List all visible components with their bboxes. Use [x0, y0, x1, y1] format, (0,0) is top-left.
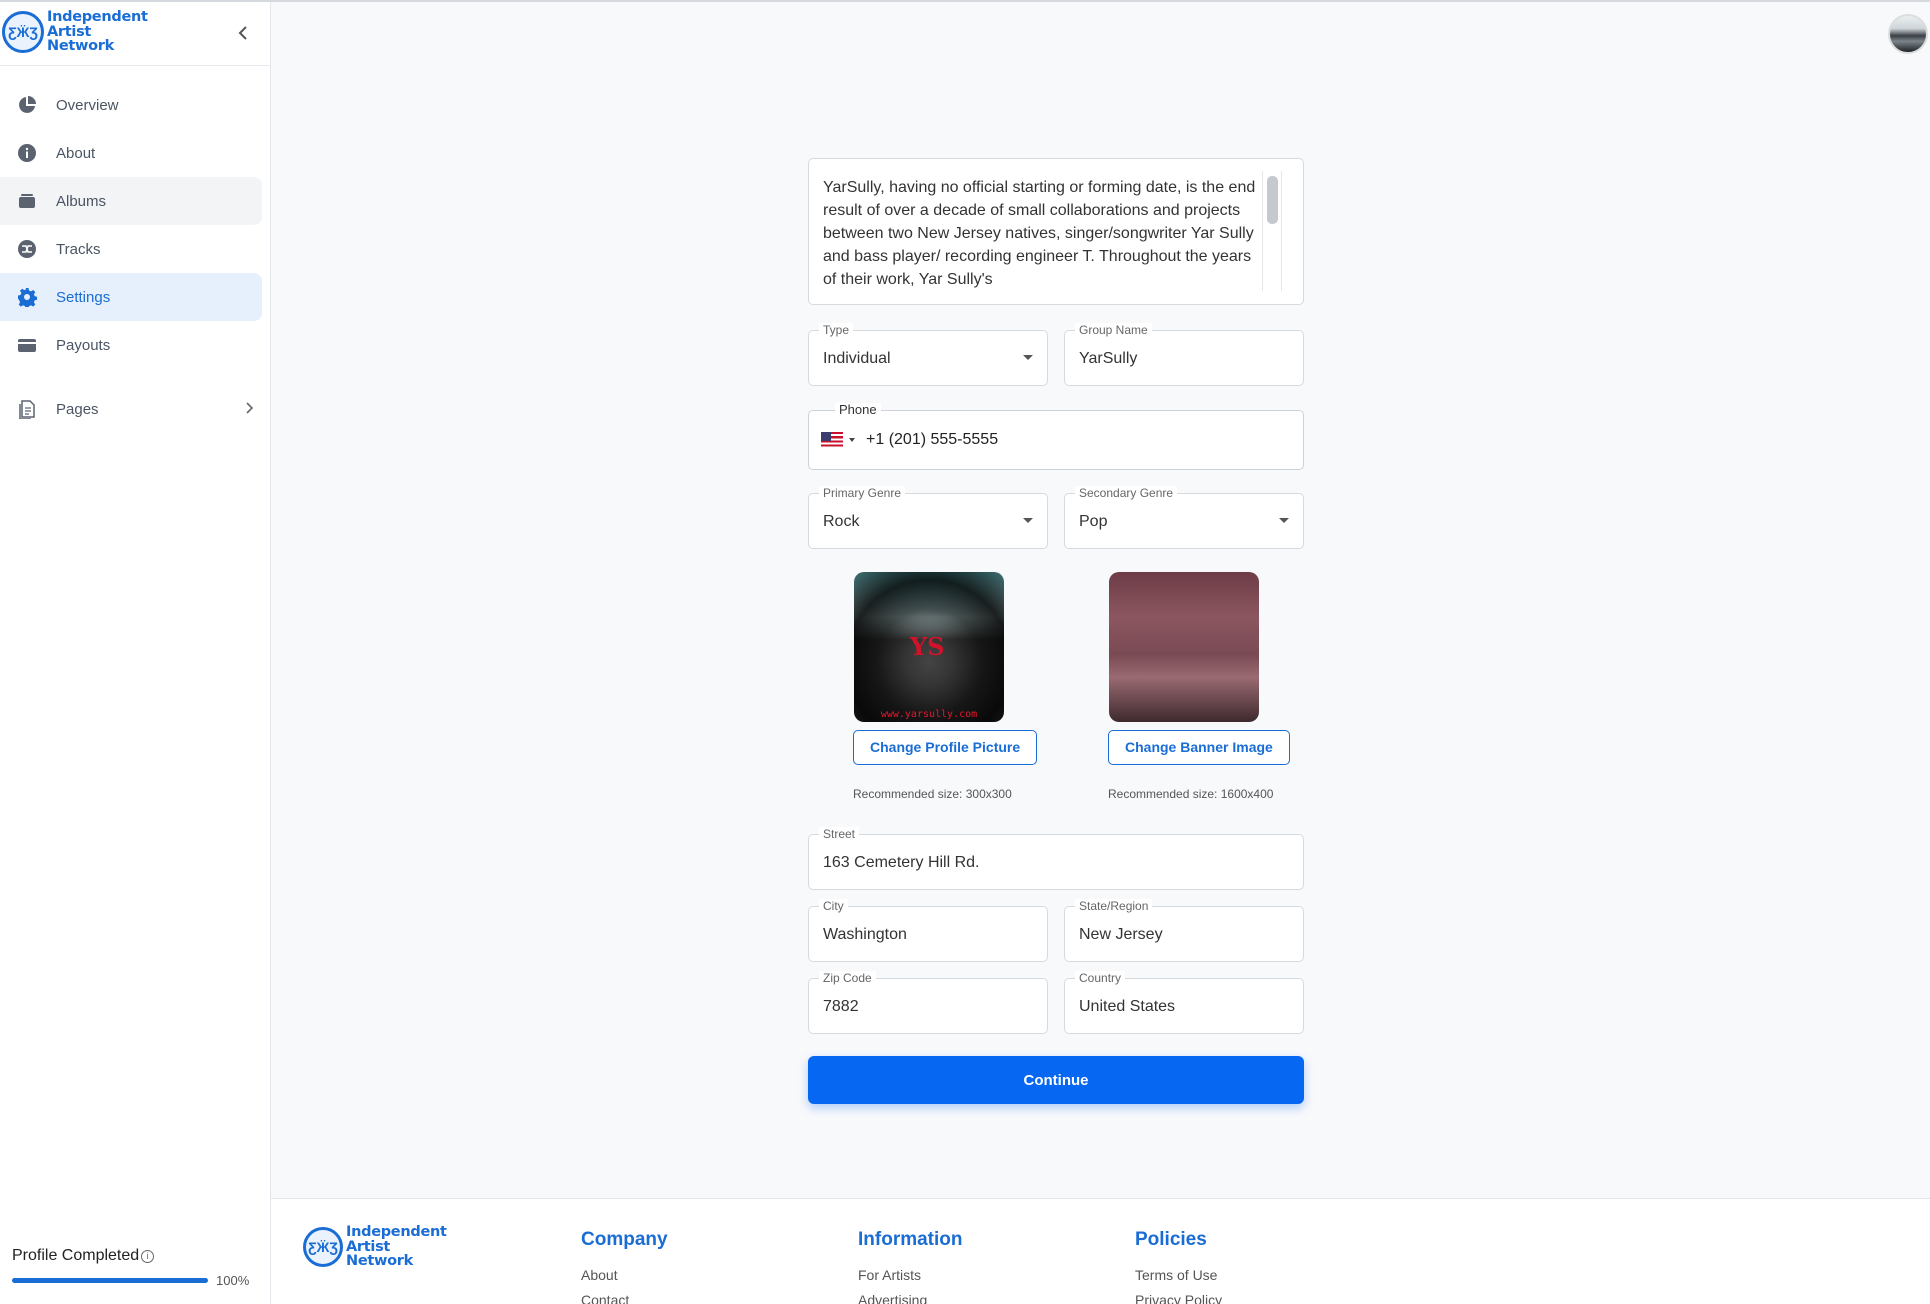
country-input[interactable]: Country United States — [1064, 971, 1304, 1034]
sidebar-item-label: Pages — [56, 400, 99, 418]
profile-progress-bar — [12, 1278, 208, 1283]
info-circle-icon[interactable]: i — [141, 1249, 155, 1263]
type-select[interactable]: Type Individual — [808, 323, 1048, 386]
sidebar-item-pages[interactable]: Pages — [0, 385, 262, 433]
sidebar-nav: Overview About Albums Tracks Settings Pa… — [0, 66, 270, 433]
sidebar-item-overview[interactable]: Overview — [0, 81, 262, 129]
info-icon — [16, 142, 38, 164]
profile-completed: Profile Completed i 100% — [12, 1247, 257, 1288]
sidebar-item-payouts[interactable]: Payouts — [0, 321, 262, 369]
zip-code-input[interactable]: Zip Code 7882 — [808, 971, 1048, 1034]
footer-link-terms[interactable]: Terms of Use — [1135, 1263, 1222, 1288]
sidebar-item-settings[interactable]: Settings — [0, 273, 262, 321]
phone-input[interactable]: Phone +1 (201) 555-5555 — [808, 403, 1304, 470]
album-stack-icon — [16, 190, 38, 212]
sidebar-item-albums[interactable]: Albums — [0, 177, 262, 225]
brand-name-line3: Network — [47, 38, 114, 54]
secondary-genre-select[interactable]: Secondary Genre Pop — [1064, 486, 1304, 549]
footer-policies: Policies Terms of Use Privacy Policy — [1135, 1229, 1222, 1304]
pages-icon — [16, 398, 38, 420]
scrollbar-thumb[interactable] — [1267, 176, 1278, 224]
banner-image — [1109, 572, 1259, 722]
sidebar: ƸӜƷ Independent Artist Network Overview … — [0, 2, 271, 1304]
gear-icon — [16, 286, 38, 308]
sidebar-item-tracks[interactable]: Tracks — [0, 225, 262, 273]
footer-information-heading: Information — [858, 1229, 963, 1250]
footer-link-about[interactable]: About — [581, 1263, 668, 1288]
profile-completed-label: Profile Completed i — [12, 1247, 257, 1265]
dropdown-caret-icon — [1023, 518, 1033, 523]
profile-progress-value: 100% — [216, 1273, 250, 1288]
state-region-input[interactable]: State/Region New Jersey — [1064, 899, 1304, 962]
sidebar-item-label: Tracks — [56, 240, 101, 258]
brand-name-line2: Artist — [47, 23, 92, 40]
street-input[interactable]: Street 163 Cemetery Hill Rd. — [808, 827, 1304, 890]
sidebar-item-label: About — [56, 144, 96, 162]
continue-button[interactable]: Continue — [808, 1056, 1304, 1104]
profile-picture-recommended-size: Recommended size: 300x300 — [853, 787, 1012, 801]
sidebar-item-label: Overview — [56, 96, 119, 114]
bio-scrollbar[interactable] — [1262, 171, 1282, 291]
footer-company-heading: Company — [581, 1229, 668, 1250]
profile-picture-block: YS www.yarsully.com Change Profile Pictu… — [853, 572, 1038, 801]
brand-name: Independent Artist Network — [47, 10, 148, 54]
banner-image-block: Change Banner Image Recommended size: 16… — [1108, 572, 1290, 801]
footer-link-privacy[interactable]: Privacy Policy — [1135, 1288, 1222, 1304]
footer-policies-heading: Policies — [1135, 1229, 1207, 1250]
primary-genre-select[interactable]: Primary Genre Rock — [808, 486, 1048, 549]
pie-chart-icon — [16, 94, 38, 116]
sidebar-item-label: Settings — [56, 288, 111, 306]
banner-image-recommended-size: Recommended size: 1600x400 — [1108, 787, 1274, 801]
footer-logo[interactable]: ƸӜƷ Independent Artist Network — [303, 1225, 447, 1269]
bio-textarea[interactable]: YarSully, having no official starting or… — [808, 158, 1304, 305]
dropdown-caret-icon — [1023, 355, 1033, 360]
profile-picture-image: YS www.yarsully.com — [854, 572, 1004, 722]
settings-form: YarSully, having no official starting or… — [808, 158, 1304, 1104]
credit-card-icon — [16, 334, 38, 356]
sidebar-brand: ƸӜƷ Independent Artist Network — [0, 2, 270, 66]
logo-icon: ƸӜƷ — [2, 10, 44, 53]
sidebar-item-about[interactable]: About — [0, 129, 262, 177]
top-border — [0, 0, 1930, 2]
city-input[interactable]: City Washington — [808, 899, 1048, 962]
dropdown-caret-icon — [1279, 518, 1289, 523]
chevron-left-icon — [238, 26, 247, 40]
country-code-caret-icon[interactable] — [849, 438, 855, 442]
us-flag-icon[interactable] — [821, 432, 843, 447]
chevron-right-icon — [246, 402, 254, 414]
footer-link-contact[interactable]: Contact — [581, 1288, 668, 1304]
brand-logo[interactable]: ƸӜƷ Independent Artist Network — [2, 10, 148, 54]
brand-name-line1: Independent — [47, 9, 148, 25]
footer: ƸӜƷ Independent Artist Network Company A… — [271, 1198, 1930, 1304]
group-name-input[interactable]: Group Name YarSully — [1064, 323, 1304, 386]
footer-information: Information For Artists Advertising — [858, 1229, 963, 1304]
sidebar-item-label: Albums — [56, 192, 107, 210]
user-avatar[interactable] — [1888, 14, 1928, 54]
footer-link-for-artists[interactable]: For Artists — [858, 1263, 963, 1288]
logo-icon: ƸӜƷ — [303, 1226, 343, 1267]
change-banner-image-button[interactable]: Change Banner Image — [1108, 730, 1290, 765]
footer-company: Company About Contact — [581, 1229, 668, 1304]
sidebar-item-label: Payouts — [56, 336, 111, 354]
bio-text: YarSully, having no official starting or… — [823, 179, 1256, 288]
collapse-sidebar-button[interactable] — [232, 22, 254, 44]
shuffle-icon — [16, 238, 38, 260]
footer-brand-name: Independent Artist Network — [346, 1224, 447, 1269]
profile-progress-fill — [12, 1278, 208, 1283]
change-profile-picture-button[interactable]: Change Profile Picture — [853, 730, 1038, 765]
footer-link-advertising[interactable]: Advertising — [858, 1288, 963, 1304]
